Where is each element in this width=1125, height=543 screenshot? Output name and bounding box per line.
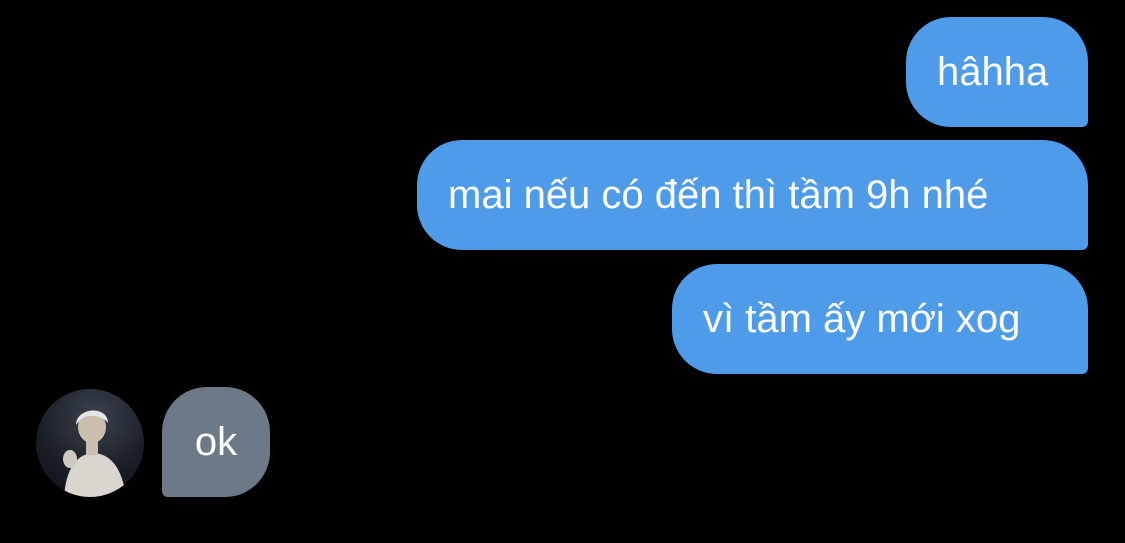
person-silhouette-icon [63,410,126,497]
message-text: hâhha [937,49,1049,94]
message-text: mai nếu có đến thì tầm 9h nhé [448,172,989,217]
outgoing-message-bubble[interactable]: hâhha [906,17,1088,127]
incoming-message-bubble[interactable]: ok [162,387,270,497]
sender-avatar[interactable] [36,389,144,497]
outgoing-message-bubble[interactable]: mai nếu có đến thì tầm 9h nhé [417,140,1088,250]
message-text: ok [194,419,238,464]
outgoing-message-bubble[interactable]: vì tầm ấy mới xog [672,264,1088,374]
message-text: vì tầm ấy mới xog [703,296,1021,341]
